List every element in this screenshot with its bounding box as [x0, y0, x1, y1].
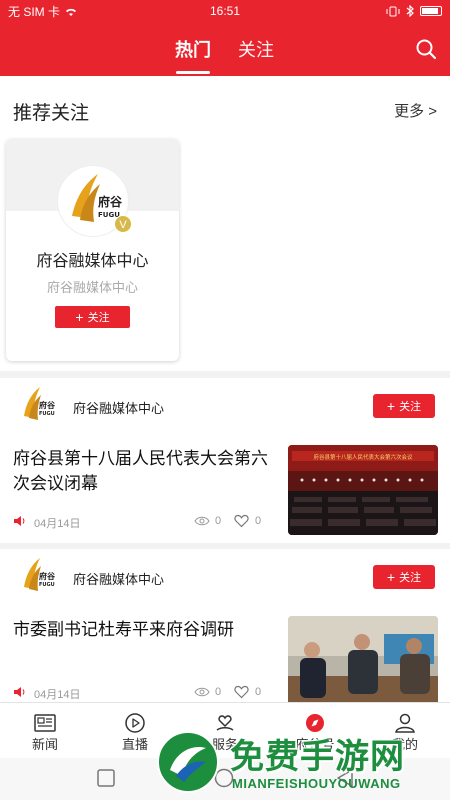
watermark-subtext: MIANFEISHOUYOUWANG	[232, 776, 401, 791]
eye-icon	[194, 687, 210, 697]
card-desc: 府谷融媒体中心	[46, 280, 138, 295]
news-meta: 04月14日 0 0	[13, 514, 273, 530]
bluetooth-icon	[406, 5, 414, 17]
news-date: 04月14日	[34, 689, 81, 701]
svg-text:府谷: 府谷	[98, 194, 123, 209]
card-follow-label: 关注	[87, 312, 110, 324]
source-name[interactable]: 府谷融媒体中心	[73, 398, 164, 417]
heart-icon[interactable]	[234, 685, 249, 699]
eye-icon	[194, 516, 210, 526]
verified-badge: V	[114, 215, 132, 233]
people-meeting-image	[288, 616, 438, 706]
plus-icon: +	[75, 309, 84, 325]
search-icon[interactable]	[414, 37, 438, 61]
recommend-section: 推荐关注 更多 > 府谷 FUGU V 府谷融媒体中心 府谷融媒体中心 + 关注	[0, 76, 450, 371]
source-logo-icon: 府谷 FUGU	[24, 558, 56, 591]
source-logo-icon: 府谷 FUGU	[24, 387, 56, 420]
news-thumbnail[interactable]: 府谷县第十八届人民代表大会第六次会议	[288, 445, 438, 535]
like-count: 0	[255, 515, 262, 527]
speaker-icon[interactable]	[13, 686, 26, 698]
watermark-text: 免费手游网	[230, 738, 405, 776]
news-title[interactable]: 市委副书记杜寿平来府谷调研	[13, 617, 273, 642]
svg-text:FUGU: FUGU	[39, 411, 55, 417]
speaker-icon[interactable]	[13, 515, 26, 527]
follow-button[interactable]: + 关注	[373, 394, 435, 418]
status-bar: 无 SIM 卡 16:51	[0, 0, 450, 22]
news-meta: 04月14日 0 0	[13, 685, 273, 701]
active-tab-indicator	[176, 71, 210, 74]
wifi-icon	[66, 8, 77, 16]
play-circle-icon	[125, 713, 145, 733]
view-count: 0	[215, 515, 222, 527]
conference-hall-image: 府谷县第十八届人民代表大会第六次会议	[288, 445, 438, 535]
like-count: 0	[255, 686, 262, 698]
plus-icon: +	[386, 398, 396, 414]
newspaper-icon	[34, 714, 56, 732]
news-item[interactable]: 府谷 FUGU 府谷融媒体中心 + 关注 府谷县第十八届人民代表大会第六次会议闭…	[0, 378, 450, 543]
plus-icon: +	[386, 569, 396, 585]
follow-label: 关注	[399, 572, 422, 584]
vibrate-icon	[386, 6, 400, 16]
card-name: 府谷融媒体中心	[36, 253, 149, 270]
source-name[interactable]: 府谷融媒体中心	[73, 569, 164, 588]
svg-text:FUGU: FUGU	[39, 582, 55, 588]
battery-icon	[420, 6, 442, 16]
recommend-card[interactable]: 府谷 FUGU V 府谷融媒体中心 府谷融媒体中心 + 关注	[6, 139, 179, 361]
nav-item-news[interactable]: 新闻	[0, 703, 90, 759]
recommend-title: 推荐关注	[13, 103, 90, 124]
follow-label: 关注	[399, 401, 422, 413]
news-thumbnail[interactable]	[288, 616, 438, 706]
more-link[interactable]: 更多 >	[394, 100, 437, 121]
tab-hot[interactable]: 热门	[175, 36, 211, 62]
svg-text:府谷: 府谷	[39, 571, 56, 581]
nav-label: 新闻	[31, 737, 58, 752]
news-item[interactable]: 府谷 FUGU 府谷融媒体中心 + 关注 市委副书记杜寿平来府谷调研 04月14…	[0, 549, 450, 709]
recent-apps-icon[interactable]	[97, 769, 115, 787]
heart-icon[interactable]	[234, 514, 249, 528]
watermark-logo-icon	[157, 731, 219, 793]
follow-button[interactable]: + 关注	[373, 565, 435, 589]
view-count: 0	[215, 686, 222, 698]
card-follow-button[interactable]: + 关注	[55, 306, 130, 328]
news-date: 04月14日	[34, 518, 81, 530]
site-watermark: 免费手游网 MIANFEISHOUYOUWANG	[150, 726, 450, 800]
carrier-text: 无 SIM 卡	[8, 4, 61, 19]
svg-text:府谷县第十八届人民代表大会第六次会议: 府谷县第十八届人民代表大会第六次会议	[313, 453, 413, 461]
top-header: 热门 关注	[0, 22, 450, 76]
news-title[interactable]: 府谷县第十八届人民代表大会第六次会议闭幕	[13, 446, 273, 496]
tab-follow[interactable]: 关注	[238, 36, 274, 62]
svg-text:府谷: 府谷	[39, 400, 56, 410]
